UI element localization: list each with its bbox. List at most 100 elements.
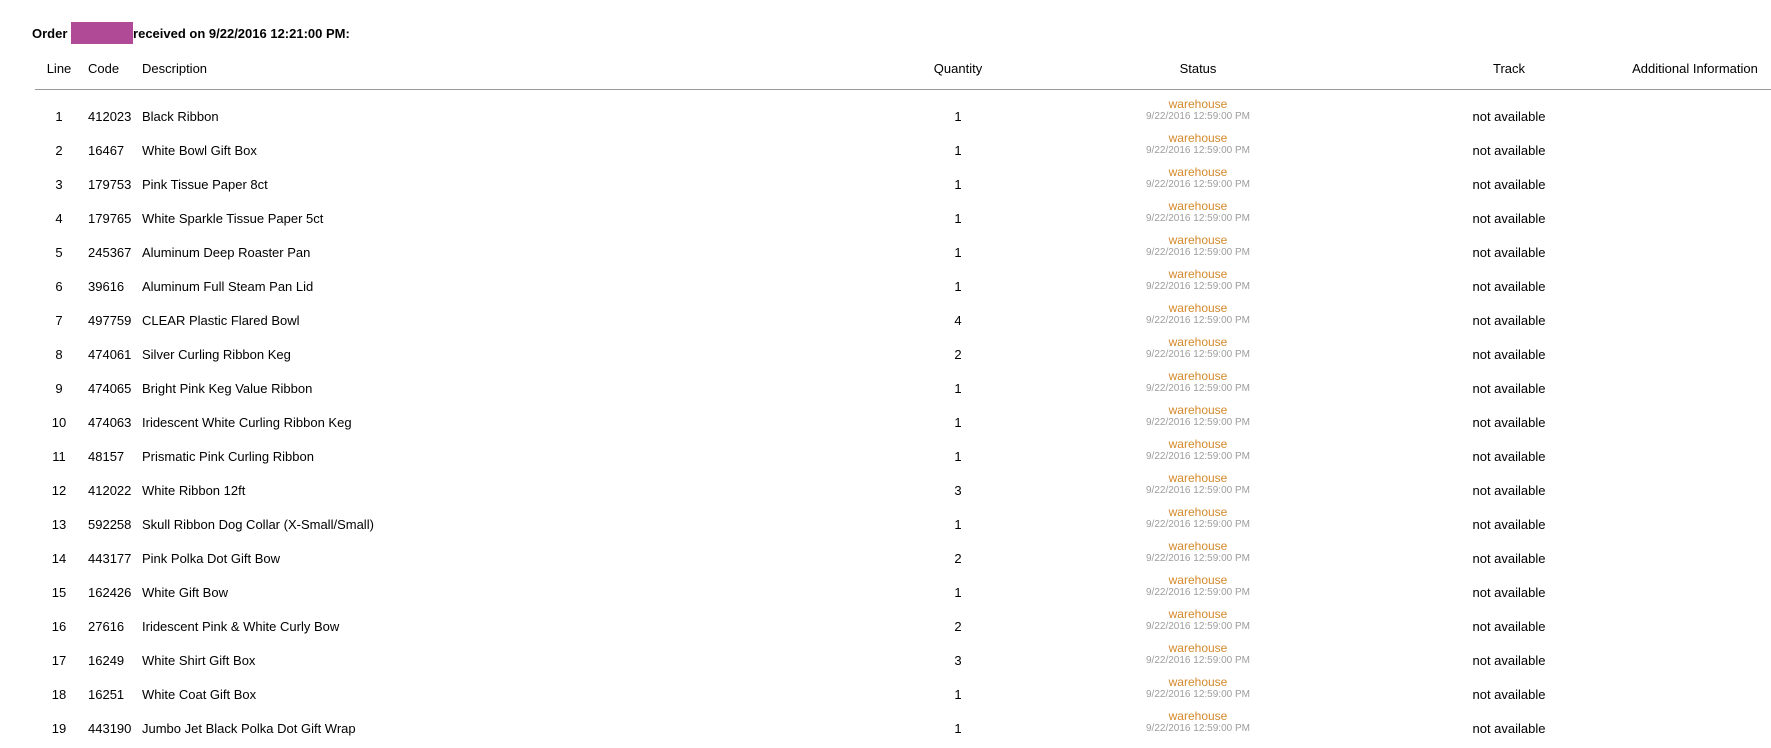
item-status: warehouse 9/22/2016 12:59:00 PM [1118,607,1278,633]
item-code: 179765 [88,211,132,226]
line-number: 19 [51,721,67,736]
line-number: 9 [55,381,63,396]
column-header-status: Status [1179,61,1217,76]
status-timestamp: 9/22/2016 12:59:00 PM [1146,451,1250,462]
item-description: Prismatic Pink Curling Ribbon [142,449,314,464]
table-row: 17 16249 White Shirt Gift Box 3 warehouse 9/2… [0,641,1771,680]
item-code: 16251 [88,687,125,702]
item-status: warehouse 9/22/2016 12:59:00 PM [1118,165,1278,191]
line-number: 15 [51,585,67,600]
item-code: 592258 [88,517,132,532]
item-quantity: 3 [954,483,962,498]
table-row: 7 497759 CLEAR Plastic Flared Bowl 4 warehou… [0,301,1771,340]
item-description: White Ribbon 12ft [142,483,246,498]
status-label: warehouse [1168,471,1228,485]
tracking-value: not available [1472,551,1546,566]
order-title: Order received on 9/22/2016 12:21:00 PM: [32,22,350,45]
item-status: warehouse 9/22/2016 12:59:00 PM [1118,505,1278,531]
status-timestamp: 9/22/2016 12:59:00 PM [1146,179,1250,190]
tracking-value: not available [1472,449,1546,464]
column-header-additional-information: Additional Information [1632,61,1758,76]
status-label: warehouse [1168,369,1228,383]
item-status: warehouse 9/22/2016 12:59:00 PM [1118,369,1278,395]
status-timestamp: 9/22/2016 12:59:00 PM [1146,145,1250,156]
status-label: warehouse [1168,233,1228,247]
item-quantity: 1 [954,245,962,260]
tracking-value: not available [1472,143,1546,158]
table-row: 8 474061 Silver Curling Ribbon Keg 2 warehou… [0,335,1771,374]
status-timestamp: 9/22/2016 12:59:00 PM [1146,315,1250,326]
table-row: 5 245367 Aluminum Deep Roaster Pan 1 warehou… [0,233,1771,272]
status-timestamp: 9/22/2016 12:59:00 PM [1146,247,1250,258]
item-quantity: 1 [954,109,962,124]
status-timestamp: 9/22/2016 12:59:00 PM [1146,655,1250,666]
item-status: warehouse 9/22/2016 12:59:00 PM [1118,233,1278,259]
status-label: warehouse [1168,709,1228,723]
tracking-value: not available [1472,245,1546,260]
status-timestamp: 9/22/2016 12:59:00 PM [1146,587,1250,598]
item-status: warehouse 9/22/2016 12:59:00 PM [1118,539,1278,565]
item-quantity: 4 [954,313,962,328]
line-number: 6 [55,279,63,294]
tracking-value: not available [1472,517,1546,532]
item-status: warehouse 9/22/2016 12:59:00 PM [1118,437,1278,463]
tracking-value: not available [1472,619,1546,634]
order-received-text: received on 9/22/2016 12:21:00 PM: [133,26,350,41]
order-lines-table: 1 412023 Black Ribbon 1 warehouse 9/22/2016 1… [0,97,1771,748]
item-quantity: 3 [954,653,962,668]
item-quantity: 1 [954,585,962,600]
item-code: 162426 [88,585,132,600]
item-description: Aluminum Full Steam Pan Lid [142,279,314,294]
tracking-value: not available [1472,279,1546,294]
item-quantity: 1 [954,517,962,532]
status-timestamp: 9/22/2016 12:59:00 PM [1146,519,1250,530]
status-timestamp: 9/22/2016 12:59:00 PM [1146,213,1250,224]
tracking-value: not available [1472,721,1546,736]
item-description: White Gift Bow [142,585,228,600]
line-number: 18 [51,687,67,702]
line-number: 14 [51,551,67,566]
item-status: warehouse 9/22/2016 12:59:00 PM [1118,403,1278,429]
item-code: 497759 [88,313,132,328]
item-description: Pink Tissue Paper 8ct [142,177,268,192]
table-row: 19 443190 Jumbo Jet Black Polka Dot Gift W… [0,709,1771,748]
item-status: warehouse 9/22/2016 12:59:00 PM [1118,267,1278,293]
status-label: warehouse [1168,403,1228,417]
status-timestamp: 9/22/2016 12:59:00 PM [1146,111,1250,122]
item-code: 27616 [88,619,125,634]
line-number: 8 [55,347,63,362]
line-number: 13 [51,517,67,532]
order-prefix: Order [32,26,68,41]
status-timestamp: 9/22/2016 12:59:00 PM [1146,723,1250,734]
item-status: warehouse 9/22/2016 12:59:00 PM [1118,97,1278,123]
status-label: warehouse [1168,607,1228,621]
item-quantity: 2 [954,551,962,566]
line-number: 2 [55,143,63,158]
item-description: Jumbo Jet Black Polka Dot Gift Wrap [142,721,356,736]
item-description: Skull Ribbon Dog Collar (X-Small/Small) [142,517,374,532]
item-quantity: 2 [954,619,962,634]
column-header-track: Track [1492,61,1526,76]
item-code: 39616 [88,279,125,294]
table-row: 3 179753 Pink Tissue Paper 8ct 1 warehouse 9/… [0,165,1771,204]
item-quantity: 1 [954,449,962,464]
status-timestamp: 9/22/2016 12:59:00 PM [1146,689,1250,700]
item-description: Aluminum Deep Roaster Pan [142,245,311,260]
item-status: warehouse 9/22/2016 12:59:00 PM [1118,131,1278,157]
status-label: warehouse [1168,539,1228,553]
column-header-description: Description [142,61,208,76]
item-status: warehouse 9/22/2016 12:59:00 PM [1118,709,1278,735]
table-header: Line Code Description Quantity Status Tr… [0,61,1771,79]
header-divider [35,89,1771,90]
item-status: warehouse 9/22/2016 12:59:00 PM [1118,471,1278,497]
status-label: warehouse [1168,675,1228,689]
item-quantity: 1 [954,279,962,294]
item-description: White Sparkle Tissue Paper 5ct [142,211,324,226]
item-code: 474061 [88,347,132,362]
column-header-line: Line [46,61,72,76]
table-row: 10 474063 Iridescent White Curling Ribbon … [0,403,1771,442]
item-code: 474065 [88,381,132,396]
status-label: warehouse [1168,505,1228,519]
item-quantity: 1 [954,143,962,158]
table-row: 2 16467 White Bowl Gift Box 1 warehouse 9/22/… [0,131,1771,170]
